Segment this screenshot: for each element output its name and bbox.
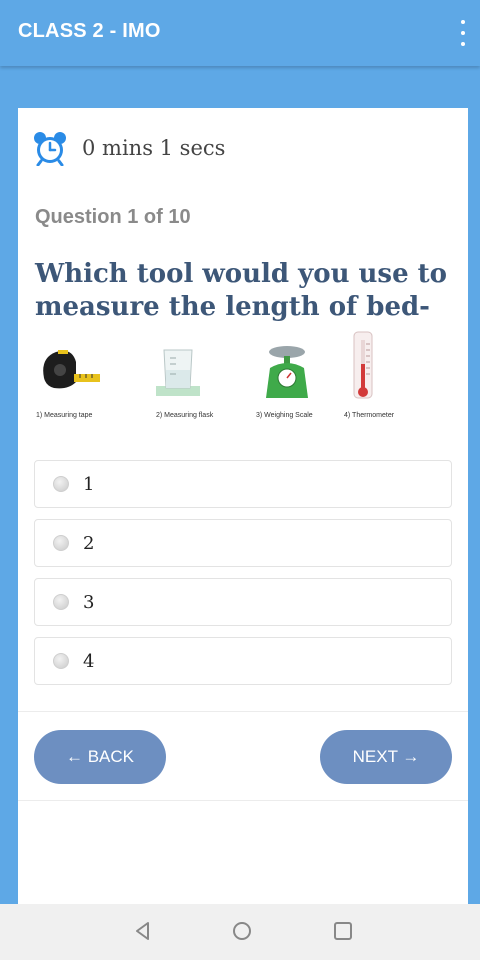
- option-2[interactable]: 2: [34, 519, 452, 567]
- option-label: 1: [83, 474, 95, 495]
- timer: 0 mins 1 secs: [32, 130, 225, 166]
- radio-button[interactable]: [53, 535, 69, 551]
- option-label: 2: [83, 533, 95, 554]
- divider: [18, 711, 468, 712]
- tool-label: 3) Weighing Scale: [256, 412, 313, 419]
- question-counter: Question 1 of 10: [35, 206, 191, 228]
- next-button[interactable]: NEXT →: [320, 730, 452, 784]
- thermometer-picture: [353, 331, 373, 399]
- system-navigation-bar: [0, 904, 480, 960]
- triangle-back-icon[interactable]: [132, 920, 154, 942]
- tool-label: 4) Thermometer: [344, 412, 395, 419]
- app-bar: CLASS 2 - IMO: [0, 0, 480, 66]
- more-vert-icon[interactable]: [458, 20, 468, 46]
- circle-home-icon[interactable]: [231, 920, 253, 942]
- option-1[interactable]: 1: [34, 460, 452, 508]
- option-4[interactable]: 4: [34, 637, 452, 685]
- measuring-flask-picture: [156, 349, 200, 396]
- radio-button[interactable]: [53, 476, 69, 492]
- question-card: 0 mins 1 secs Question 1 of 10 Which too…: [18, 108, 468, 908]
- weighing-scale-picture: [266, 346, 308, 398]
- question-text: Which tool would you use to measure the …: [35, 259, 448, 322]
- measuring-tape-picture: [43, 350, 100, 389]
- radio-button[interactable]: [53, 594, 69, 610]
- app-title: CLASS 2 - IMO: [18, 20, 161, 42]
- tool-label: 2) Measuring flask: [156, 412, 214, 419]
- divider: [18, 800, 468, 801]
- square-recents-icon[interactable]: [332, 920, 354, 942]
- option-3[interactable]: 3: [34, 578, 452, 626]
- timer-text: 0 mins 1 secs: [82, 136, 226, 160]
- alarm-clock-icon: [34, 132, 66, 166]
- option-label: 3: [83, 592, 95, 613]
- radio-button[interactable]: [53, 653, 69, 669]
- tools-image: 1) Measuring tape 2) Measuring flask 3) …: [32, 331, 452, 428]
- back-button[interactable]: ← BACK: [34, 730, 166, 784]
- option-label: 4: [83, 651, 95, 672]
- tool-label: 1) Measuring tape: [36, 412, 93, 419]
